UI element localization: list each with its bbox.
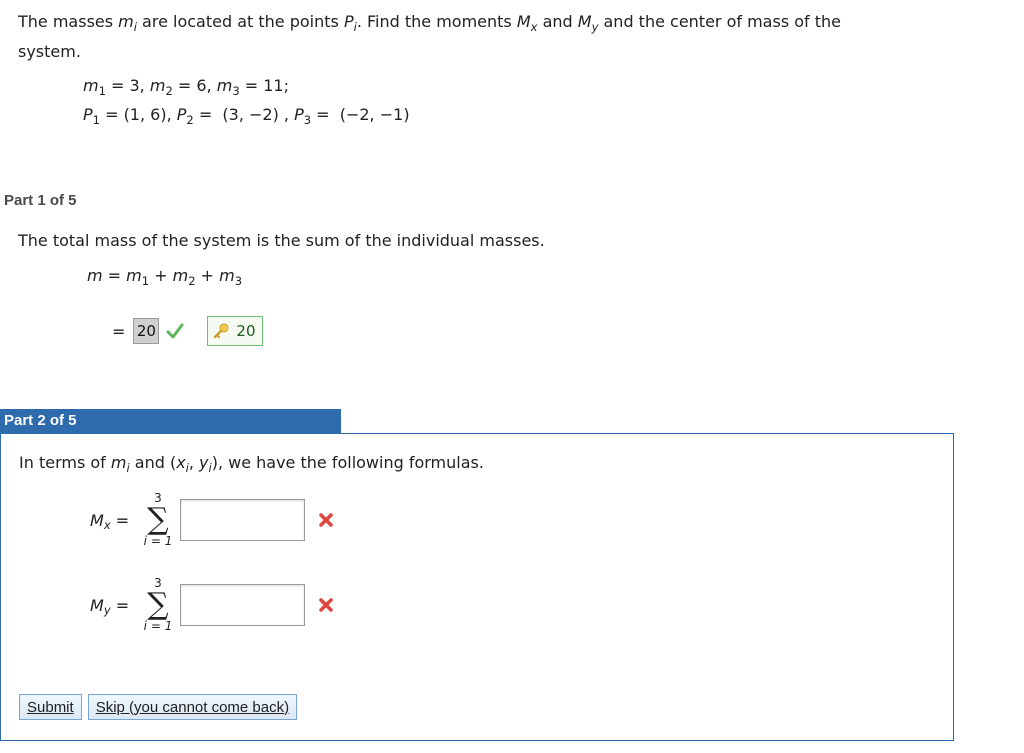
incorrect-x-icon <box>319 513 333 527</box>
mx-label: Mx = <box>90 510 132 533</box>
problem-text: and <box>537 12 578 31</box>
skip-button[interactable]: Skip (you cannot come back) <box>87 694 298 720</box>
mx-answer-input[interactable] <box>180 499 305 541</box>
var-m: m <box>87 266 103 285</box>
problem-text: are located at the points <box>136 12 344 31</box>
answer-key-box[interactable]: 20 <box>207 316 264 346</box>
var-m: M <box>90 510 104 530</box>
value-text: = 3, <box>105 76 150 95</box>
subscript: 3 <box>232 83 240 98</box>
var-my: M <box>577 12 592 31</box>
points-definition: P1 = (1, 6), P2 = (3, −2) , P3 = (−2, −1… <box>83 105 410 127</box>
subscript: x <box>530 19 538 34</box>
value-text: = (3, −2) , <box>193 105 295 124</box>
plus-sign: + <box>149 266 173 285</box>
answer-key-value: 20 <box>236 322 256 340</box>
var-mx: M <box>516 12 531 31</box>
var-m: m <box>149 76 166 95</box>
var-m: m <box>126 266 142 285</box>
equals-sign: = <box>102 266 127 285</box>
sum-lower-limit: i = 1 <box>143 534 173 548</box>
action-buttons: Submit Skip (you cannot come back) <box>19 694 303 720</box>
incorrect-x-icon <box>319 598 333 612</box>
subscript: x <box>103 518 111 533</box>
submitted-answer: 20 <box>133 318 160 344</box>
subscript: y <box>103 603 111 618</box>
var-m: m <box>118 12 134 31</box>
problem-text: The masses <box>18 12 119 31</box>
sum-lower-limit: i = 1 <box>143 619 173 633</box>
sigma-symbol: ∑ <box>147 502 169 537</box>
value-text: = 6, <box>172 76 217 95</box>
var-y: y <box>199 453 209 472</box>
masses-definition: m1 = 3, m2 = 6, m3 = 11; <box>83 76 289 98</box>
equals-sign: = <box>110 595 130 615</box>
submit-button[interactable]: Submit <box>19 694 82 720</box>
value-text: = 11; <box>239 76 289 95</box>
var-m: m <box>216 76 233 95</box>
part2-instructions: In terms of mi and (xi, yi), we have the… <box>19 453 484 475</box>
var-m: m <box>219 266 235 285</box>
subscript: i <box>185 460 189 475</box>
subscript: 1 <box>141 273 150 288</box>
summation: 3 ∑ i = 1 <box>140 577 176 633</box>
subscript: 3 <box>234 273 243 288</box>
var-m: m <box>110 453 127 472</box>
problem-statement-line2: system. <box>18 42 81 61</box>
plus-sign: + <box>195 266 220 285</box>
subscript: 2 <box>188 273 196 288</box>
part1-title: Part 1 of 5 <box>4 192 77 209</box>
var-m: M <box>90 595 104 615</box>
problem-statement-line1: The masses mi are located at the points … <box>18 12 842 34</box>
instruction-text: In terms of <box>19 453 111 472</box>
instruction-text: and ( <box>129 453 177 472</box>
subscript: 2 <box>186 112 194 127</box>
subscript: i <box>126 460 130 475</box>
var-x: x <box>176 453 186 472</box>
key-icon <box>214 323 229 339</box>
summation: 3 ∑ i = 1 <box>140 492 176 548</box>
var-p: P <box>294 105 304 124</box>
subscript: 1 <box>98 83 106 98</box>
problem-text: and the center of mass of the <box>598 12 842 31</box>
value-text: = (1, 6), <box>99 105 177 124</box>
mx-formula-row: Mx = 3 ∑ i = 1 <box>90 492 335 548</box>
equals-sign: = <box>110 510 130 530</box>
my-formula-row: My = 3 ∑ i = 1 <box>90 577 335 633</box>
var-p: P <box>343 12 354 31</box>
var-m: m <box>172 266 189 285</box>
subscript: 2 <box>165 83 173 98</box>
part2-title: Part 2 of 5 <box>0 409 341 433</box>
problem-text: . Find the moments <box>356 12 517 31</box>
part1-instructions: The total mass of the system is the sum … <box>18 231 545 250</box>
instruction-text: , <box>188 453 200 472</box>
part1-answer-row: = 20 20 <box>112 316 264 346</box>
value-text: = (−2, −1) <box>311 105 410 124</box>
checkmark-icon <box>166 323 184 339</box>
sigma-symbol: ∑ <box>147 587 169 622</box>
var-m: m <box>83 76 99 95</box>
subscript: 3 <box>303 112 312 127</box>
subscript: y <box>591 19 599 34</box>
subscript: i <box>208 460 212 475</box>
var-p: P <box>176 105 187 124</box>
var-p: P <box>83 105 93 124</box>
instruction-text: ), we have the following formulas. <box>211 453 484 472</box>
my-label: My = <box>90 595 132 618</box>
my-answer-input[interactable] <box>180 584 305 626</box>
subscript: i <box>353 19 357 34</box>
subscript: i <box>133 19 137 34</box>
subscript: 1 <box>92 112 100 127</box>
total-mass-formula: m = m1 + m2 + m3 <box>87 266 243 288</box>
equals-sign: = <box>112 321 126 341</box>
